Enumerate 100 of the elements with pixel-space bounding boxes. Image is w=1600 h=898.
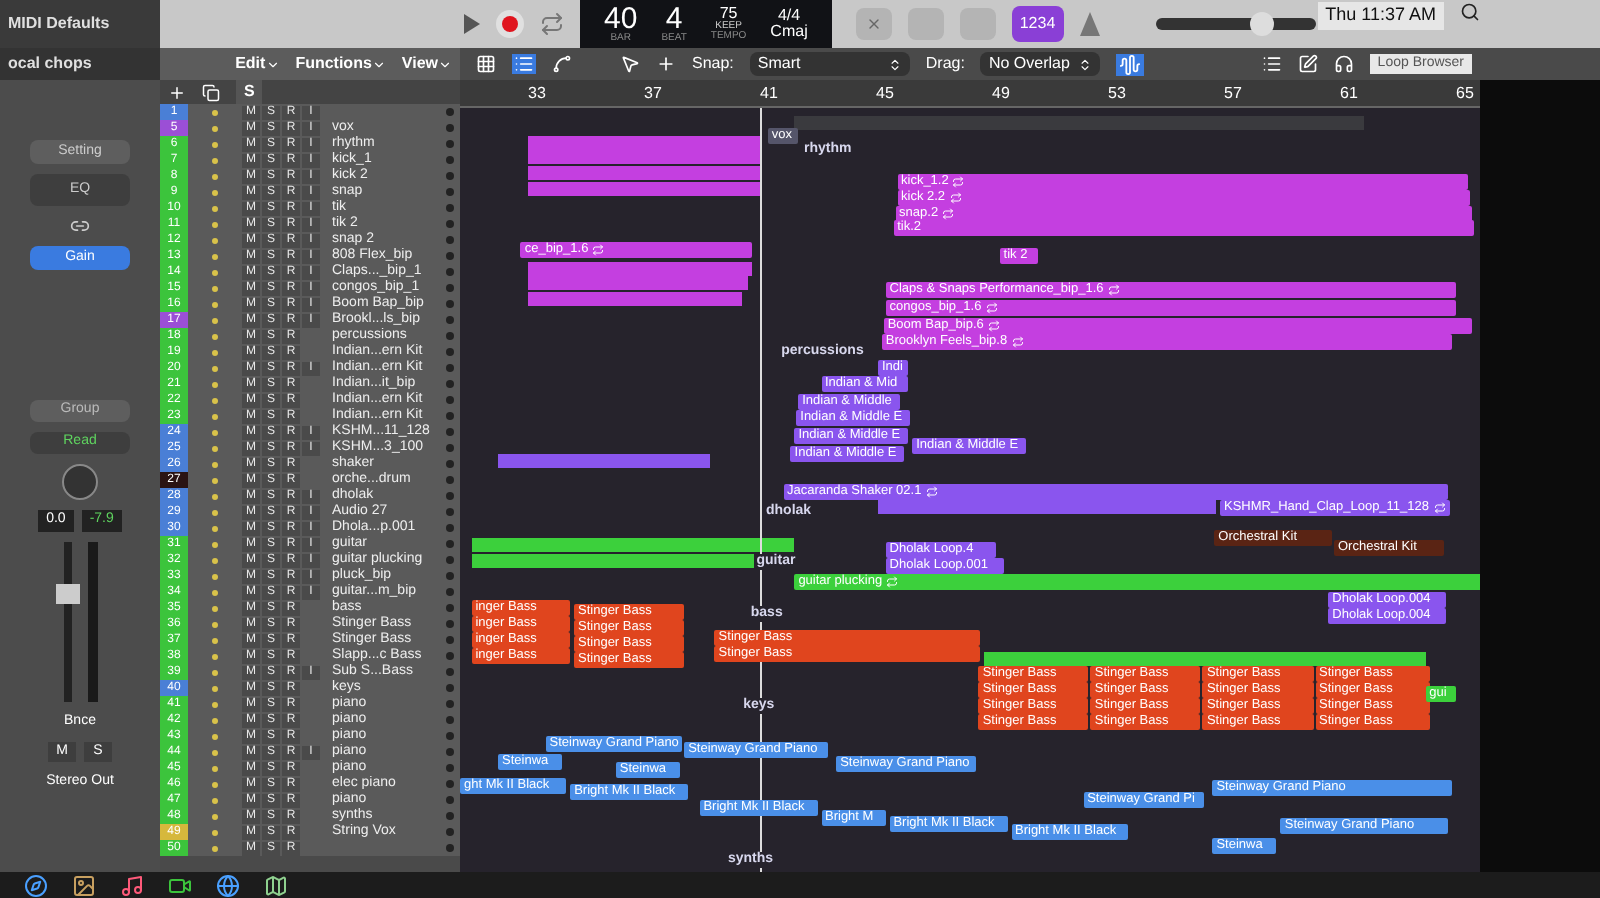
track-icon [212,317,218,323]
ruler-number: 57 [1224,82,1242,106]
track-icon [212,429,218,435]
track-icon [212,141,218,147]
solo-header-button[interactable]: S [236,80,263,104]
video-camera-icon[interactable] [168,873,192,897]
lcd-value: 75 [719,6,738,22]
ruler-number: 37 [644,82,662,106]
track-icon [212,189,218,195]
globe-icon[interactable] [216,873,240,897]
track-icon [212,301,218,307]
plus-icon[interactable] [656,54,676,74]
track-icon [212,845,218,851]
search-icon[interactable] [1460,2,1480,22]
record-icon [502,16,518,32]
track-icon [212,797,218,803]
track-icon [212,365,218,371]
link-icon[interactable] [70,216,90,236]
map-icon[interactable] [264,873,288,897]
track-icon [212,765,218,771]
zoom-slider-thumb[interactable] [1250,12,1275,36]
track-icon [212,269,218,275]
track-icon [212,253,218,259]
track-icon [212,685,218,691]
compass-icon[interactable] [24,873,48,897]
picture-icon[interactable] [72,873,96,897]
ruler-number: 41 [760,82,778,106]
track-icon [212,205,218,211]
track-icon [212,781,218,787]
audio-region[interactable] [528,292,742,307]
track-icon [212,285,218,291]
chevron-down-icon [438,57,452,71]
track-icon [212,237,218,243]
audio-region[interactable] [471,554,757,569]
menu-button[interactable]: View [401,52,452,76]
ruler-number: 53 [1108,82,1126,106]
track-icon [212,461,218,467]
track-icon [212,701,218,707]
snap-select[interactable]: Smart [749,52,910,76]
music-note-icon[interactable] [120,873,144,897]
list-icon[interactable] [512,54,536,74]
count-in-button[interactable]: 1234 [1011,6,1064,42]
track-icon [212,397,218,403]
audio-region[interactable] [528,261,753,276]
audio-region[interactable] [528,181,761,196]
audio-region[interactable] [528,150,761,165]
audio-region[interactable] [471,538,795,553]
ruler-number: 61 [1340,82,1358,106]
region-title: ocal chops [8,52,92,76]
note-pad-icon[interactable] [1297,54,1318,74]
toolbar-button[interactable] [855,8,892,40]
track-icon [212,573,218,579]
track-icon [212,733,218,739]
waveform-icon[interactable] [1115,53,1144,75]
close-icon [865,16,882,32]
track-icon [212,333,218,339]
track-icon [212,653,218,659]
pan-knob[interactable] [62,464,98,500]
track-icon [212,477,218,483]
track-icon [212,381,218,387]
chevron-down-icon [265,57,280,71]
grid-icon[interactable] [476,54,496,74]
ruler-number: 33 [528,82,546,106]
updown-chevron-icon [1077,57,1092,71]
ruler-number: 65 [1456,82,1474,106]
pointer-icon[interactable] [620,54,640,74]
track-icon [212,829,218,835]
fader-thumb[interactable] [55,583,79,603]
track-icon [212,541,218,547]
track-icon [212,557,218,563]
track-icon [212,605,218,611]
track-icon [212,749,218,755]
timeline-ruler[interactable]: 33 37 41 45 49 53 57 61 65 [460,80,1480,108]
lcd-value: Cmaj [770,24,808,40]
record-button[interactable] [496,10,524,38]
headphones-icon[interactable] [1333,54,1354,74]
snap-label: Snap: [692,52,734,76]
audio-region[interactable] [528,135,761,150]
audio-region[interactable] [498,453,711,468]
track-icon [212,717,218,723]
track-icon [212,509,218,515]
curve-icon[interactable] [552,54,572,74]
track-icon [212,221,218,227]
audio-region[interactable] [528,276,749,291]
track-icon [212,493,218,499]
audio-region[interactable] [528,166,761,181]
menu-button[interactable]: Edit [235,52,280,76]
track-icon [212,125,218,131]
cycle-icon[interactable] [540,12,564,36]
track-icon [212,157,218,163]
track-icon [212,621,218,627]
track-icon [212,813,218,819]
drag-select[interactable]: No Overlap [980,52,1100,76]
zoom-slider-track[interactable] [1155,18,1316,30]
track-icon [212,525,218,531]
menu-button[interactable]: Functions [295,52,386,76]
duplicate-icon[interactable] [202,83,220,101]
audio-region[interactable] [984,651,1426,666]
track-icon [212,173,218,179]
menu-bar-clock[interactable]: Thu 11:37 AM [1317,2,1444,29]
